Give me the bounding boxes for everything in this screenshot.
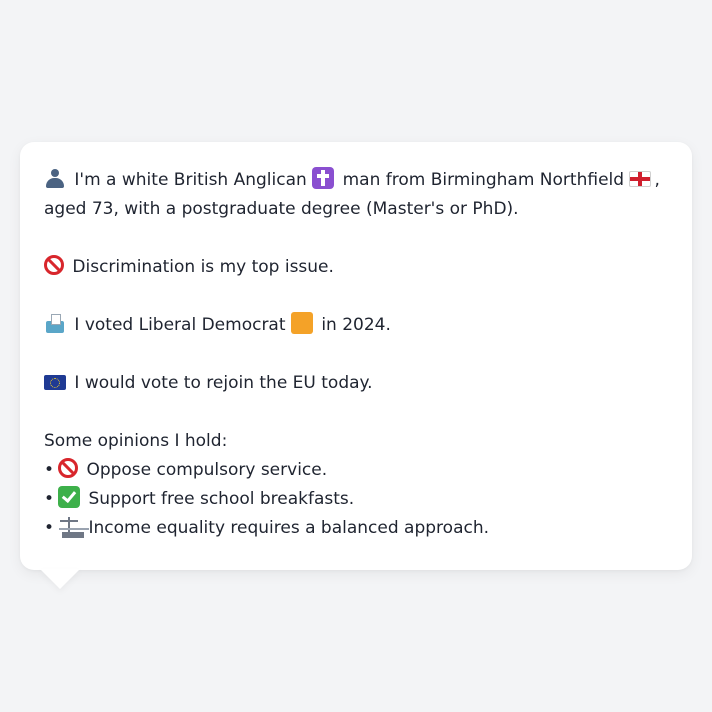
- list-item: • Oppose compulsory service.: [44, 456, 668, 485]
- intro-text-part2: man from Birmingham Northfield: [342, 170, 625, 190]
- speech-bubble: I'm a white British Anglican man from Bi…: [20, 142, 692, 570]
- bullet: •: [44, 460, 55, 480]
- opinion-text: Oppose compulsory service.: [86, 460, 328, 480]
- prohibited-icon: [44, 255, 64, 275]
- speech-bubble-tail: [40, 569, 80, 589]
- prohibited-icon: [58, 458, 79, 478]
- bullet: •: [44, 489, 55, 509]
- bullet: •: [44, 518, 55, 538]
- vote-text-part1: I voted Liberal Democrat: [74, 315, 286, 335]
- england-flag-icon: [629, 171, 652, 187]
- intro-paragraph: I'm a white British Anglican man from Bi…: [44, 166, 668, 224]
- scales-icon: [58, 515, 80, 537]
- opinions-section: Some opinions I hold: • Oppose compulsor…: [44, 427, 668, 543]
- orange-square-icon: [290, 312, 313, 334]
- latin-cross-icon: [312, 167, 335, 189]
- vote-text-part2: in 2024.: [321, 315, 391, 335]
- person-silhouette-icon: [44, 167, 66, 189]
- list-item: • Support free school breakfasts.: [44, 485, 668, 514]
- check-mark-icon: [58, 486, 81, 508]
- top-issue-text: Discrimination is my top issue.: [72, 257, 334, 277]
- eu-paragraph: I would vote to rejoin the EU today.: [44, 369, 668, 398]
- top-issue-paragraph: Discrimination is my top issue.: [44, 253, 668, 282]
- page: I'm a white British Anglican man from Bi…: [0, 0, 712, 712]
- list-item: • Income equality requires a balanced ap…: [44, 514, 668, 543]
- eu-flag-icon: [44, 375, 66, 390]
- intro-text-part1: I'm a white British Anglican: [74, 170, 307, 190]
- eu-text: I would vote to rejoin the EU today.: [74, 373, 373, 393]
- vote-paragraph: I voted Liberal Democrat in 2024.: [44, 311, 668, 340]
- opinions-heading: Some opinions I hold:: [44, 431, 228, 451]
- ballot-box-icon: [44, 312, 66, 334]
- opinion-text: Support free school breakfasts.: [88, 489, 355, 509]
- opinions-list: • Oppose compulsory service. • Support f…: [44, 456, 668, 543]
- opinion-text: Income equality requires a balanced appr…: [88, 518, 490, 538]
